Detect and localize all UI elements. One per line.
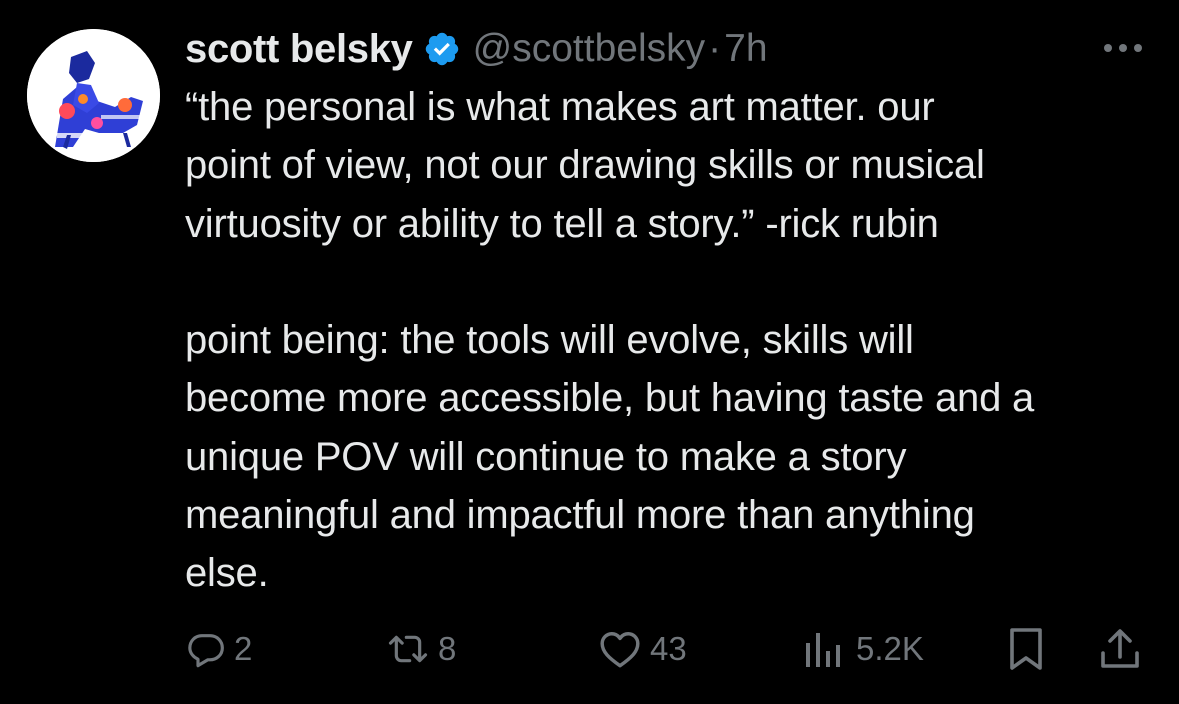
- author-name[interactable]: scott belsky: [185, 27, 413, 72]
- like-count: 43: [650, 630, 687, 667]
- like-button[interactable]: 43: [598, 624, 687, 674]
- tweet-header: scott belsky @scottbelsky · 7h: [185, 26, 768, 72]
- reply-icon: [186, 629, 226, 669]
- more-options-icon[interactable]: [1098, 36, 1148, 60]
- reply-button[interactable]: 2: [186, 624, 252, 674]
- share-icon: [1098, 627, 1142, 671]
- tweet-text: “the personal is what makes art matter. …: [185, 85, 1035, 596]
- views-chart-icon: [802, 629, 848, 669]
- verified-badge-icon: [423, 30, 461, 68]
- separator-dot: ·: [708, 27, 722, 70]
- bookmark-icon: [1007, 627, 1045, 671]
- views-button[interactable]: 5.2K: [802, 624, 924, 674]
- repost-icon: [386, 629, 430, 669]
- timestamp[interactable]: 7h: [724, 27, 767, 71]
- repost-count: 8: [438, 630, 457, 667]
- views-count: 5.2K: [856, 630, 924, 667]
- share-button[interactable]: [1098, 624, 1142, 674]
- avatar[interactable]: [27, 29, 160, 162]
- avatar-image: [27, 29, 160, 162]
- bookmark-button[interactable]: [1007, 624, 1045, 674]
- reply-count: 2: [234, 630, 253, 667]
- repost-button[interactable]: 8: [386, 624, 456, 674]
- heart-icon: [598, 629, 642, 669]
- author-handle[interactable]: @scottbelsky: [473, 27, 706, 71]
